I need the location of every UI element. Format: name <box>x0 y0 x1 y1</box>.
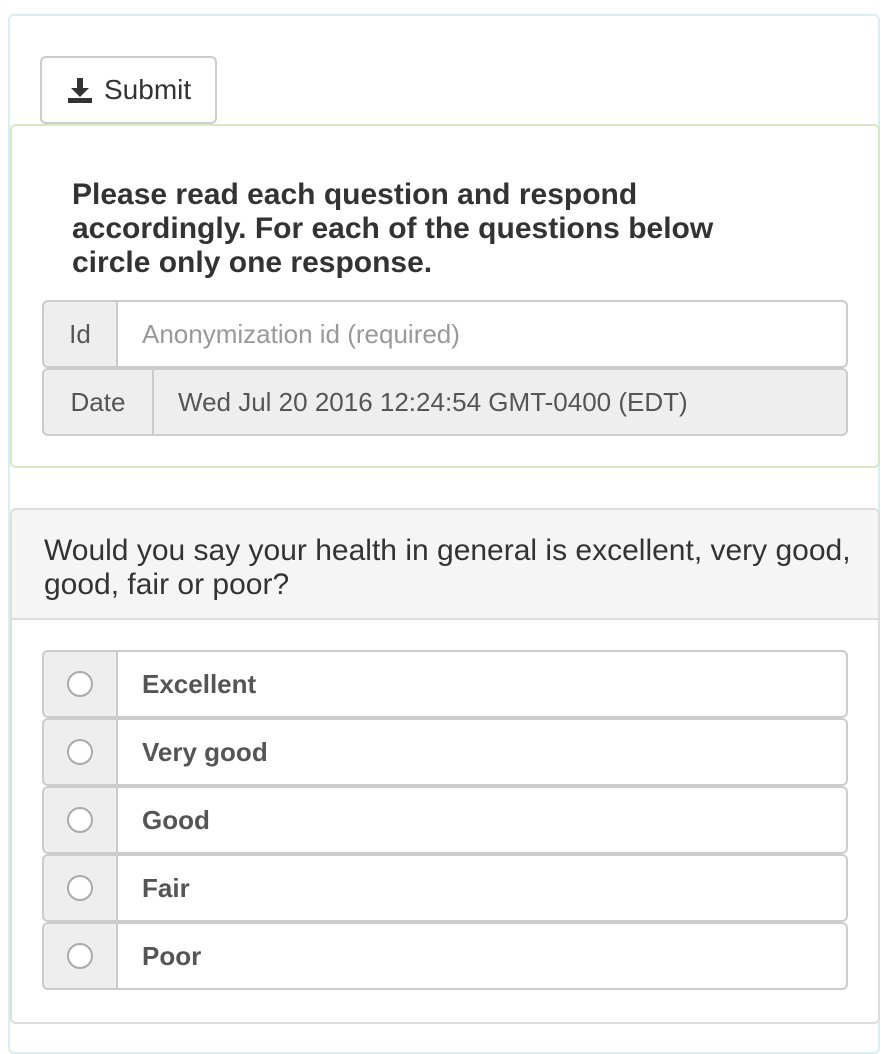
option-very-good[interactable]: Very good <box>42 718 848 786</box>
option-good[interactable]: Good <box>42 786 848 854</box>
date-input-group: Date Wed Jul 20 2016 12:24:54 GMT-0400 (… <box>42 368 848 436</box>
radio-button-poor[interactable] <box>67 943 93 969</box>
radio-button-very-good[interactable] <box>67 739 93 765</box>
id-label: Id <box>42 300 118 368</box>
option-excellent[interactable]: Excellent <box>42 650 848 718</box>
question-text: Would you say your health in general is … <box>44 534 851 601</box>
option-label[interactable]: Good <box>118 786 848 854</box>
id-input[interactable] <box>118 300 848 368</box>
radio-cell <box>42 922 118 990</box>
date-field: Wed Jul 20 2016 12:24:54 GMT-0400 (EDT) <box>154 368 848 436</box>
radio-button-excellent[interactable] <box>67 671 93 697</box>
option-label[interactable]: Fair <box>118 854 848 922</box>
submit-button[interactable]: Submit <box>40 56 217 124</box>
radio-button-fair[interactable] <box>67 875 93 901</box>
radio-cell <box>42 650 118 718</box>
option-fair[interactable]: Fair <box>42 854 848 922</box>
option-label[interactable]: Excellent <box>118 650 848 718</box>
option-poor[interactable]: Poor <box>42 922 848 990</box>
question-heading: Would you say your health in general is … <box>12 510 878 620</box>
download-icon <box>66 76 94 104</box>
option-label[interactable]: Poor <box>118 922 848 990</box>
radio-cell <box>42 718 118 786</box>
radio-button-good[interactable] <box>67 807 93 833</box>
submit-button-label: Submit <box>104 74 192 105</box>
radio-cell <box>42 786 118 854</box>
intro-instructions: Please read each question and respond ac… <box>72 178 714 279</box>
radio-cell <box>42 854 118 922</box>
id-input-group: Id <box>42 300 848 368</box>
date-label: Date <box>42 368 154 436</box>
option-label[interactable]: Very good <box>118 718 848 786</box>
